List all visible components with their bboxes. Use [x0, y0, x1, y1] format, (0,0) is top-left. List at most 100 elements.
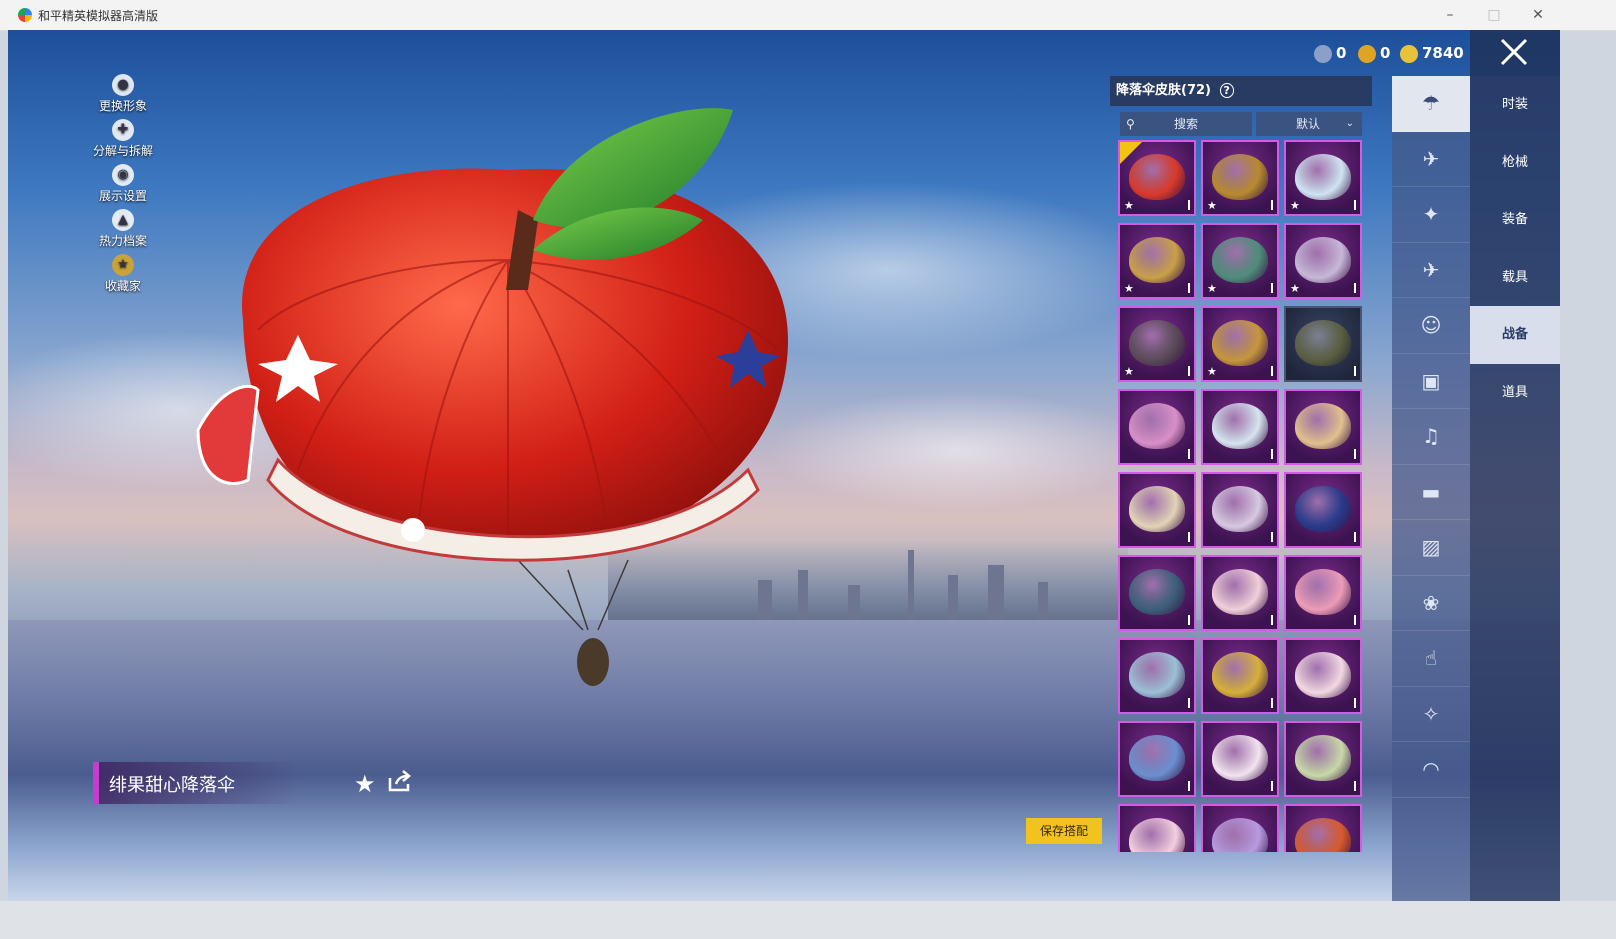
- window-titlebar: 和平精英模拟器高清版 – □ ✕: [0, 0, 1616, 31]
- quantity-bar: [1354, 366, 1356, 376]
- parachute-thumbnail: [1295, 486, 1351, 532]
- dismantle-button[interactable]: ✚ 分解与拆解: [78, 119, 168, 164]
- search-icon: ⚲: [1126, 117, 1135, 131]
- currency-value: 0: [1380, 44, 1391, 62]
- skin-item-cell[interactable]: [1284, 804, 1362, 852]
- parachute-thumbnail: [1212, 569, 1268, 615]
- parachute-thumbnail: [1295, 403, 1351, 449]
- heat-record-button[interactable]: ▲ 热力档案: [78, 209, 168, 254]
- quantity-bar: [1271, 698, 1273, 708]
- favorite-star-icon[interactable]: ★: [354, 770, 376, 798]
- sound-icon[interactable]: ♫: [1392, 409, 1470, 465]
- skin-item-cell[interactable]: [1284, 721, 1362, 797]
- star-icon: ★: [1290, 199, 1300, 212]
- tab-时装[interactable]: 时装: [1470, 76, 1560, 134]
- parachute-icon[interactable]: ☂: [1392, 76, 1470, 132]
- star-icon: ★: [1290, 282, 1300, 295]
- skin-item-cell[interactable]: ★: [1284, 223, 1362, 299]
- menu-label: 展示设置: [98, 189, 147, 203]
- skin-item-cell[interactable]: [1118, 804, 1196, 852]
- parachute-thumbnail: [1212, 486, 1268, 532]
- minimize-button[interactable]: –: [1428, 4, 1472, 26]
- tab-装备[interactable]: 装备: [1470, 191, 1560, 249]
- tab-枪械[interactable]: 枪械: [1470, 134, 1560, 192]
- tab-载具[interactable]: 载具: [1470, 249, 1560, 307]
- spray-icon[interactable]: ❀: [1392, 576, 1470, 631]
- skin-item-cell[interactable]: ★: [1118, 140, 1196, 216]
- quantity-bar: [1354, 698, 1356, 708]
- parachute-thumbnail: [1295, 154, 1351, 200]
- skin-item-cell[interactable]: [1284, 555, 1362, 631]
- skin-item-cell[interactable]: ★: [1284, 140, 1362, 216]
- skin-item-cell[interactable]: ★: [1201, 140, 1279, 216]
- display-settings-button[interactable]: ◉ 展示设置: [78, 164, 168, 209]
- left-side-menu: ● 更换形象 ✚ 分解与拆解 ◉ 展示设置 ▲ 热力档案 ★ 收藏家: [78, 74, 168, 299]
- skin-item-cell[interactable]: [1284, 472, 1362, 548]
- share-icon[interactable]: [388, 770, 412, 792]
- collector-button[interactable]: ★ 收藏家: [78, 254, 168, 299]
- skin-item-cell[interactable]: [1201, 555, 1279, 631]
- robot-icon[interactable]: ▣: [1392, 354, 1470, 409]
- hat-icon[interactable]: ◠: [1392, 742, 1470, 798]
- quantity-bar: [1188, 532, 1190, 542]
- plane-icon[interactable]: ✈: [1392, 243, 1470, 298]
- flame-icon: ▲: [112, 209, 134, 231]
- star-icon: ★: [1124, 282, 1134, 295]
- sort-dropdown[interactable]: 默认 ⌄: [1256, 112, 1362, 136]
- chat-bubble-icon[interactable]: ▬: [1392, 465, 1470, 520]
- skin-item-cell[interactable]: [1118, 721, 1196, 797]
- emote-icon[interactable]: ☺: [1392, 298, 1470, 354]
- quantity-bar: [1271, 283, 1273, 293]
- change-appearance-button[interactable]: ● 更换形象: [78, 74, 168, 119]
- skin-item-cell[interactable]: [1118, 555, 1196, 631]
- app-icon: [18, 8, 32, 22]
- chevron-down-icon: ⌄: [1345, 118, 1354, 129]
- sort-value: 默认: [1296, 117, 1321, 131]
- skin-item-cell[interactable]: ★: [1201, 223, 1279, 299]
- quantity-bar: [1188, 200, 1190, 210]
- selected-item-name: 绯果甜心降落伞: [109, 775, 235, 796]
- skin-item-cell[interactable]: [1284, 306, 1362, 382]
- skin-item-cell[interactable]: [1284, 638, 1362, 714]
- quantity-bar: [1354, 449, 1356, 459]
- parachute-thumbnail: [1129, 818, 1185, 852]
- help-icon[interactable]: ?: [1219, 83, 1234, 98]
- picture-icon[interactable]: ▨: [1392, 520, 1470, 576]
- tab-道具[interactable]: 道具: [1470, 364, 1560, 422]
- search-input[interactable]: ⚲ 搜索: [1120, 112, 1252, 136]
- parachute-thumbnail: [1295, 652, 1351, 698]
- maximize-button[interactable]: □: [1472, 4, 1516, 26]
- skin-item-cell[interactable]: [1284, 389, 1362, 465]
- skin-item-cell[interactable]: [1201, 638, 1279, 714]
- menu-label: 热力档案: [98, 234, 147, 248]
- quantity-bar: [1188, 781, 1190, 791]
- parachute-thumbnail: [1129, 486, 1185, 532]
- tap-icon[interactable]: ☝: [1392, 631, 1470, 687]
- parachute-thumbnail: [1295, 569, 1351, 615]
- skin-item-cell[interactable]: ★: [1118, 306, 1196, 382]
- glider-icon[interactable]: ✈: [1392, 132, 1470, 187]
- save-outfit-button[interactable]: 保存搭配: [1026, 818, 1102, 844]
- quantity-bar: [1271, 449, 1273, 459]
- close-wardrobe-button[interactable]: [1470, 30, 1560, 76]
- sparkle-icon[interactable]: ✧: [1392, 687, 1470, 742]
- panel-header: 降落伞皮肤(72) ?: [1110, 76, 1372, 106]
- tab-战备[interactable]: 战备: [1470, 306, 1560, 364]
- skin-item-cell[interactable]: ★: [1201, 306, 1279, 382]
- drone-icon[interactable]: ✦: [1392, 187, 1470, 243]
- skin-item-cell[interactable]: [1118, 638, 1196, 714]
- taskbar-strip: [0, 901, 1616, 939]
- skin-item-cell[interactable]: [1201, 721, 1279, 797]
- skin-item-cell[interactable]: [1201, 804, 1279, 852]
- parachute-thumbnail: [1129, 237, 1185, 283]
- skin-item-cell[interactable]: [1201, 389, 1279, 465]
- person-icon: ●: [112, 74, 134, 96]
- skin-item-cell[interactable]: [1118, 389, 1196, 465]
- skin-item-cell[interactable]: ★: [1118, 223, 1196, 299]
- skin-item-cell[interactable]: [1201, 472, 1279, 548]
- parachute-thumbnail: [1212, 154, 1268, 200]
- close-window-button[interactable]: ✕: [1516, 4, 1560, 26]
- menu-label: 收藏家: [104, 279, 141, 293]
- currency-value: 0: [1336, 44, 1347, 62]
- skin-item-cell[interactable]: [1118, 472, 1196, 548]
